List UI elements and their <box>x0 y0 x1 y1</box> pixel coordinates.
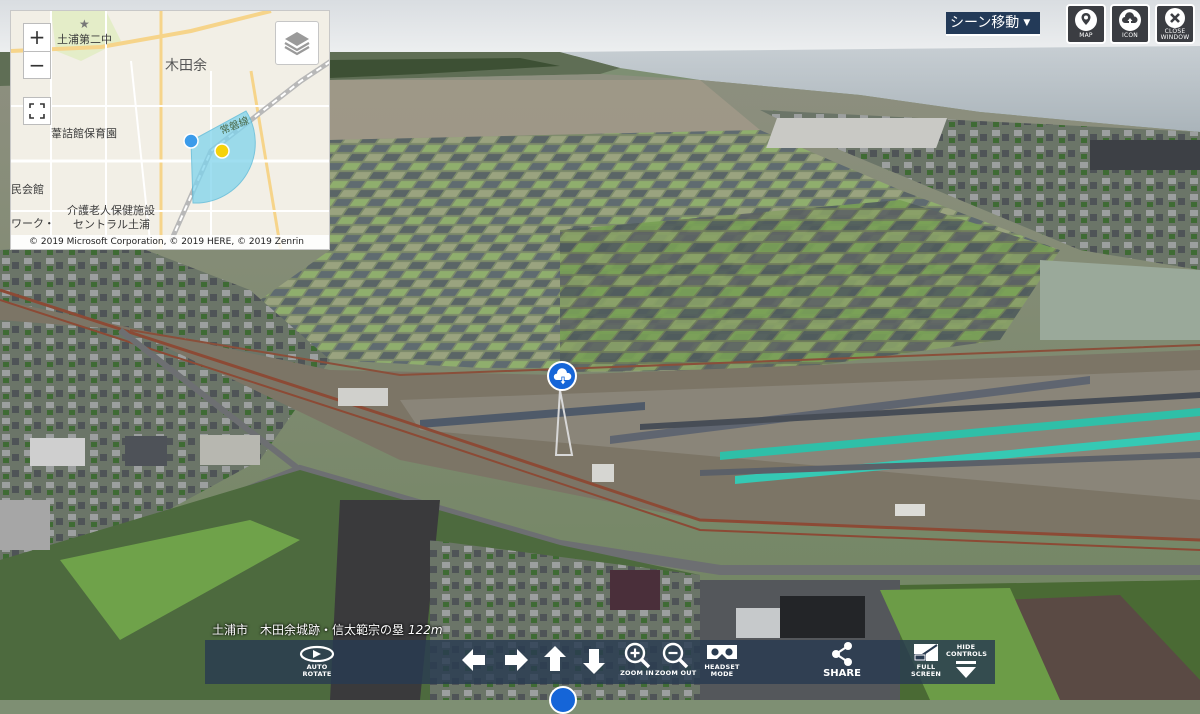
hide-controls-icon <box>956 661 976 678</box>
pan-left-button[interactable] <box>458 640 488 684</box>
auto-rotate-label-line2: ROTATE <box>302 670 332 678</box>
zoom-out-button[interactable]: ZOOM OUT <box>655 640 697 684</box>
hide-controls-button[interactable]: HIDE CONTROLS <box>946 640 988 688</box>
map-copyright: © 2019 Microsoft Corporation, © 2019 HER… <box>11 235 329 249</box>
headset-mode-label-line2: MODE <box>710 670 734 678</box>
map-fullscreen-button[interactable] <box>23 97 51 125</box>
arrow-up-icon <box>544 646 566 671</box>
share-label: SHARE <box>823 668 861 679</box>
pan-up-button[interactable] <box>540 640 570 684</box>
arrow-down-icon <box>583 649 605 674</box>
map-toggle-button[interactable]: MAP <box>1066 4 1106 44</box>
layers-icon <box>284 32 310 56</box>
control-bar: AUTO ROTATE ZOOM IN ZOOM OUT HEADSET MOD… <box>205 640 995 684</box>
scene-hotspot-lower[interactable] <box>549 686 577 714</box>
location-name: 土浦市 木田余城跡・信太範宗の塁 <box>212 623 405 637</box>
close-icon <box>1165 8 1185 28</box>
scene-move-label: シーン移動 <box>950 15 1020 31</box>
share-icon <box>832 642 852 666</box>
map-label-area: 木田余 <box>165 58 207 74</box>
map-zoom-out-button[interactable]: − <box>23 51 51 79</box>
close-window-label-line2: WINDOW <box>1160 34 1190 41</box>
zoom-out-label: ZOOM OUT <box>655 669 697 677</box>
scene-hotspot[interactable] <box>547 361 577 391</box>
icon-toggle-label: ICON <box>1122 32 1138 39</box>
scene-move-dropdown[interactable]: シーン移動 ▼ <box>946 12 1041 36</box>
map-layers-button[interactable] <box>275 21 319 65</box>
pan-right-button[interactable] <box>502 640 532 684</box>
location-height: 122m <box>408 623 443 637</box>
map-zoom-in-button[interactable]: + <box>23 23 51 51</box>
chevron-down-icon: ▼ <box>1023 18 1031 28</box>
mini-map[interactable]: ★ + − 土浦第二中 木田余 常磐線 葦詰館保育園 民会館 介護老人保健施設 … <box>10 10 330 250</box>
location-caption: 土浦市 木田余城跡・信太範宗の塁 122m <box>212 621 443 638</box>
full-screen-icon <box>914 644 938 661</box>
map-label-school: 土浦第二中 <box>57 33 112 46</box>
fullscreen-icon <box>29 103 45 119</box>
map-label-hall: 民会館 <box>11 183 44 196</box>
hide-controls-label-line2: CONTROLS <box>946 650 988 658</box>
map-label-facility-line2: セントラル土浦 <box>73 218 150 231</box>
full-screen-button[interactable]: FULL SCREEN <box>909 640 943 684</box>
vr-headset-icon <box>707 645 737 659</box>
zoom-out-icon <box>662 642 689 669</box>
cloud-download-icon <box>553 368 572 386</box>
map-label-work: ワーク・ <box>11 217 55 230</box>
zoom-in-label: ZOOM IN <box>620 669 654 677</box>
full-screen-label-line2: SCREEN <box>911 670 941 678</box>
map-label-nursery: 葦詰館保育園 <box>51 127 117 140</box>
auto-rotate-button[interactable]: AUTO ROTATE <box>295 640 339 684</box>
auto-rotate-icon <box>299 645 335 663</box>
cloud-upload-icon <box>1119 9 1141 31</box>
map-toggle-label: MAP <box>1079 32 1093 39</box>
arrow-right-icon <box>505 649 528 671</box>
share-button[interactable]: SHARE <box>821 640 863 684</box>
zoom-in-icon <box>624 642 651 669</box>
svg-text:★: ★ <box>79 17 90 31</box>
map-pin-icon <box>1075 9 1097 31</box>
zoom-in-button[interactable]: ZOOM IN <box>619 640 655 684</box>
pan-down-button[interactable] <box>579 640 609 684</box>
icon-toggle-button[interactable]: ICON <box>1110 4 1150 44</box>
arrow-left-icon <box>462 649 485 671</box>
close-window-button[interactable]: CLOSE WINDOW <box>1155 4 1195 44</box>
headset-mode-button[interactable]: HEADSET MODE <box>702 640 742 684</box>
